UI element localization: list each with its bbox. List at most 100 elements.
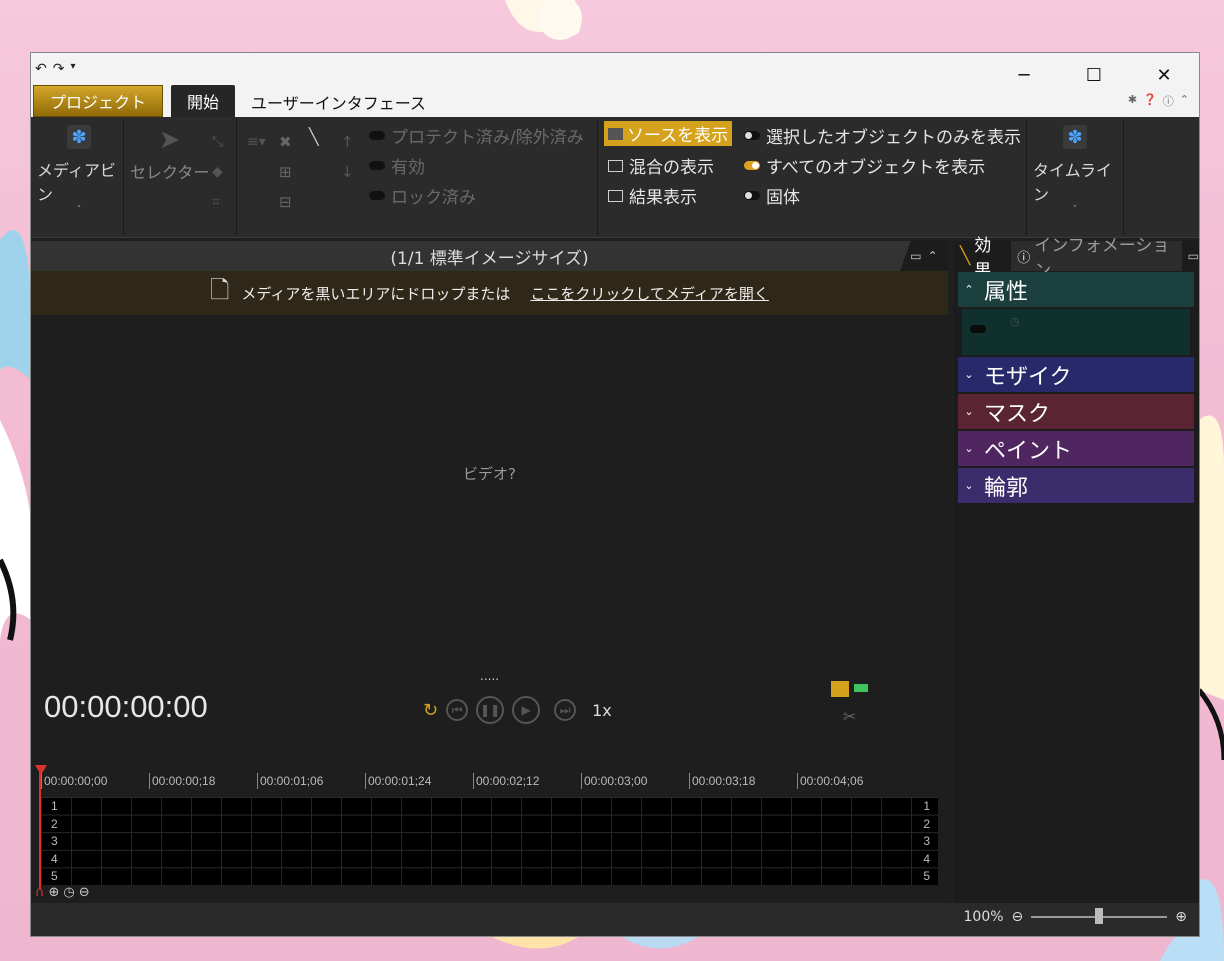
- playhead-marker-icon[interactable]: [35, 765, 47, 775]
- track-number: 5: [923, 869, 930, 883]
- locked-toggle[interactable]: ロック済み: [369, 183, 476, 208]
- tab-information[interactable]: ⓘ インフォメーション: [1011, 236, 1182, 281]
- in-marker-icon[interactable]: [831, 681, 849, 697]
- protected-toggle[interactable]: プロテクト済み/除外済み: [369, 123, 584, 148]
- toggle-switch: [369, 191, 385, 200]
- show-composite-button[interactable]: 混合の表示: [608, 153, 714, 178]
- zoom-slider[interactable]: [1031, 908, 1168, 924]
- solid-toggle[interactable]: 固体: [744, 183, 800, 208]
- timeline-panel: 00:00:00;00 00:00:00;18 00:00:01;06 00:0…: [31, 753, 948, 903]
- close-button[interactable]: ✕: [1129, 53, 1199, 97]
- track-number: 2: [923, 817, 930, 831]
- video-label: ビデオ?: [463, 465, 516, 483]
- transform-icon[interactable]: ⤡: [212, 127, 223, 157]
- section-attributes[interactable]: ⌃ 属性: [958, 272, 1194, 307]
- redo-icon[interactable]: ↷: [53, 61, 65, 77]
- puzzle-icon: ✽: [1063, 125, 1087, 149]
- chevron-down-icon: ⌄: [964, 479, 974, 492]
- media-bin-button[interactable]: ✽ メディアビン ˅: [37, 125, 121, 215]
- cursor-icon: ➤: [158, 125, 181, 155]
- magnet-icon[interactable]: ∩: [35, 885, 45, 900]
- maximize-button[interactable]: ☐: [1059, 53, 1129, 97]
- monitor-icon: [608, 189, 623, 202]
- toggle-switch[interactable]: [970, 325, 986, 333]
- zoom-in-icon[interactable]: ⊕: [49, 885, 60, 900]
- play-button[interactable]: ▶: [512, 696, 541, 724]
- scissors-icon[interactable]: ✂: [843, 707, 868, 726]
- timeline-button[interactable]: ✽ タイムライン ˅: [1033, 125, 1117, 215]
- chevron-down-icon: ⌄: [964, 442, 974, 455]
- open-media-link[interactable]: ここをクリックしてメディアを開く: [530, 283, 769, 304]
- playhead[interactable]: [39, 765, 41, 889]
- zoom-in-icon[interactable]: ⊕: [1175, 909, 1187, 925]
- section-mosaic[interactable]: ⌄ モザイク: [958, 357, 1194, 392]
- chevron-down-icon: ˅: [76, 205, 82, 215]
- selector-label: セレクター: [130, 163, 210, 182]
- time-tick: 00:00:03;18: [689, 773, 755, 789]
- media-bin-label: メディアビン: [37, 161, 116, 204]
- group-view: ソースを表示 混合の表示 結果表示 選択したオブジェクトのみを表示 すべてのオブ…: [598, 119, 1027, 235]
- group-selector: ➤ セレクター ⤡ ◆ ⌗: [124, 119, 237, 235]
- show-result-button[interactable]: 結果表示: [608, 183, 697, 208]
- section-label: 属性: [984, 279, 1029, 305]
- add-icon[interactable]: ⊞: [279, 157, 292, 187]
- crop-icon[interactable]: ⌗: [212, 187, 223, 217]
- selector-button[interactable]: ➤ セレクター: [130, 125, 209, 183]
- zoom-out-icon[interactable]: ⊖: [79, 885, 90, 900]
- section-mask[interactable]: ⌄ マスク: [958, 394, 1194, 429]
- clock-icon[interactable]: ◷: [1010, 315, 1020, 328]
- move-down-icon[interactable]: ↓: [341, 157, 354, 187]
- playback-speed[interactable]: 1x: [592, 701, 612, 720]
- dropdown-icon[interactable]: ▾: [70, 61, 75, 77]
- previous-frame-button[interactable]: ⏮: [446, 699, 469, 721]
- clock-icon[interactable]: ◷: [63, 885, 74, 900]
- selected-only-toggle[interactable]: 選択したオブジェクトのみを表示: [744, 123, 1021, 148]
- maximize-panel-icon[interactable]: ▭: [910, 249, 921, 263]
- pause-button[interactable]: ❚❚: [476, 696, 505, 724]
- panel-tabs: ╲ 効果 ⓘ インフォメーション ▭: [954, 236, 1199, 281]
- next-frame-button[interactable]: ⏭: [554, 699, 577, 721]
- show-source-button[interactable]: ソースを表示: [604, 121, 733, 146]
- section-paint[interactable]: ⌄ ペイント: [958, 431, 1194, 466]
- track-number: 3: [51, 834, 58, 848]
- viewer-controls: ▭ ⌃: [900, 241, 948, 271]
- app-window: ↶ ↷ ▾ ─ ☐ ✕ プロジェクト 開始 ユーザーインタフェース ✱ ❓ ⓘ …: [31, 53, 1199, 936]
- toggle-switch: [369, 161, 385, 170]
- info-icon[interactable]: ⓘ: [1163, 93, 1174, 109]
- tab-effects[interactable]: ╲ 効果: [954, 236, 1012, 281]
- section-label: 輪郭: [984, 475, 1029, 501]
- loop-icon[interactable]: ↻: [423, 700, 438, 721]
- zoom-control: 100% ⊖ ⊕: [963, 908, 1187, 925]
- window-controls: ─ ☐ ✕: [989, 53, 1199, 97]
- minimize-button[interactable]: ─: [989, 53, 1059, 97]
- zoom-out-icon[interactable]: ⊖: [1012, 909, 1024, 925]
- zoom-level: 100%: [963, 909, 1004, 925]
- remove-icon[interactable]: ⊟: [279, 187, 292, 217]
- show-source-label: ソースを表示: [627, 126, 729, 146]
- tab-user-interface[interactable]: ユーザーインタフェース: [235, 87, 442, 117]
- order-tools: ↑ ↓: [341, 127, 354, 187]
- viewer-header: (1/1 標準イメージサイズ) ▭ ⌃: [31, 241, 948, 271]
- line-tool-icon[interactable]: ╲: [309, 127, 319, 146]
- tab-start[interactable]: 開始: [171, 85, 236, 117]
- undo-icon[interactable]: ↶: [35, 61, 47, 77]
- bug-icon[interactable]: ✱: [1128, 93, 1137, 109]
- collapse-icon[interactable]: ⌃: [928, 249, 938, 263]
- enabled-toggle[interactable]: 有効: [369, 153, 425, 178]
- move-up-icon[interactable]: ↑: [341, 127, 354, 157]
- help-icons: ✱ ❓ ⓘ ⌃: [1128, 93, 1189, 109]
- collapse-ribbon-icon[interactable]: ⌃: [1180, 93, 1189, 109]
- maximize-panel-icon[interactable]: ▭: [1188, 249, 1199, 263]
- chevron-down-icon: ⌄: [964, 405, 974, 418]
- out-marker-icon[interactable]: [854, 684, 869, 692]
- delete-icon[interactable]: ✖: [279, 127, 292, 157]
- help-icon[interactable]: ❓: [1143, 93, 1157, 109]
- track-area[interactable]: 1 2 3 4 5 1 2 3 4 5: [41, 797, 938, 885]
- align-icon[interactable]: ≡▾: [247, 127, 266, 157]
- zoom-slider-thumb[interactable]: [1095, 908, 1104, 924]
- node-icon[interactable]: ◆: [212, 157, 223, 187]
- add-file-icon[interactable]: 🗋: [210, 273, 229, 314]
- tab-project[interactable]: プロジェクト: [33, 85, 164, 117]
- all-objects-toggle[interactable]: すべてのオブジェクトを表示: [744, 153, 985, 178]
- section-outline[interactable]: ⌄ 輪郭: [958, 468, 1194, 503]
